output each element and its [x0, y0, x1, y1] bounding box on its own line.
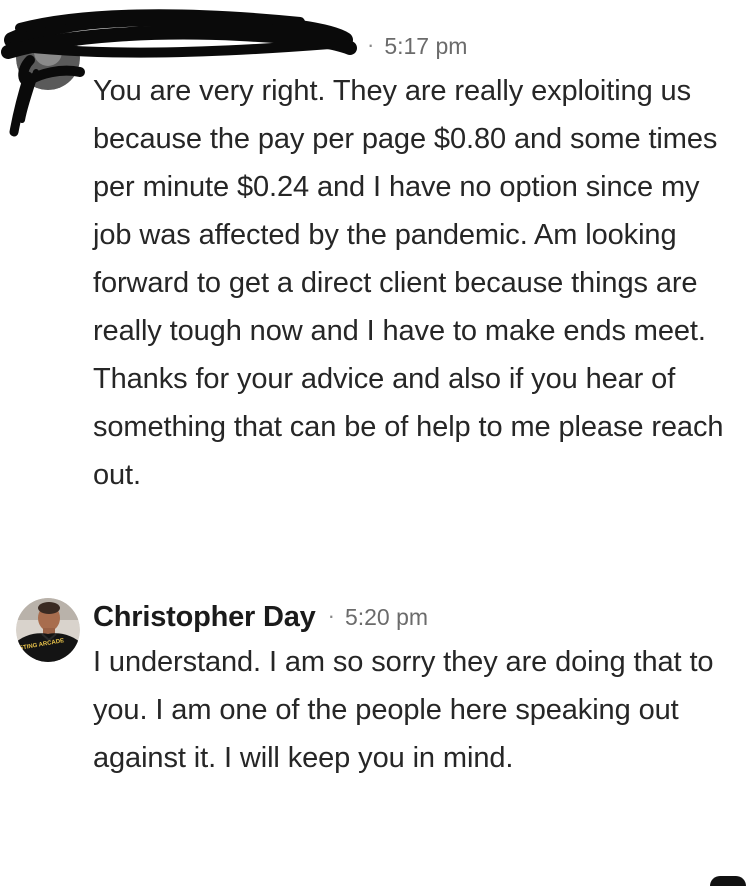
avatar[interactable] — [16, 26, 80, 90]
comment-text: I understand. I am so sorry they are doi… — [93, 646, 714, 774]
comment-text: You are very right. They are really expl… — [93, 75, 724, 491]
avatar[interactable]: STING ARCADE — [16, 598, 80, 662]
comment-header: · 5:17 pm — [93, 27, 730, 65]
comment-item: STING ARCADE Christopher Day · 5:20 pm I… — [0, 592, 750, 852]
separator-dot: · — [327, 603, 335, 628]
comment-item: · 5:17 pm You are very right. They are r… — [0, 0, 750, 560]
comment-header: Christopher Day · 5:20 pm — [93, 598, 730, 636]
timestamp: 5:20 pm — [344, 603, 429, 630]
corner-mark — [710, 876, 746, 886]
timestamp: 5:17 pm — [384, 32, 468, 59]
separator-dot: · — [367, 32, 375, 57]
author-name[interactable]: Christopher Day — [93, 601, 316, 634]
